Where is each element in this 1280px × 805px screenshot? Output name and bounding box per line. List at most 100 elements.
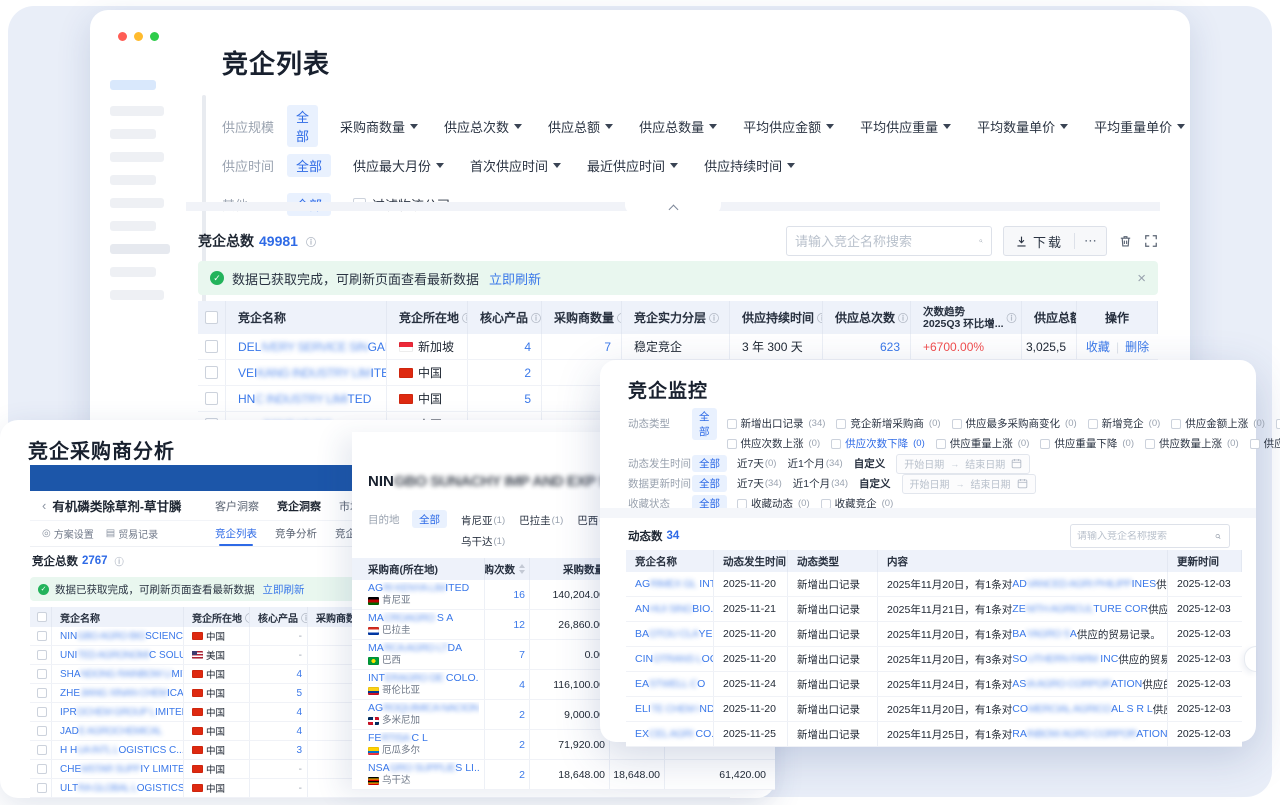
monitor-type-option[interactable]: 新增竞企(0): [1088, 416, 1161, 431]
date-range-input[interactable]: 开始日期→结束日期: [896, 454, 1030, 474]
company-name-link[interactable]: AGRIMEX GL INT...: [635, 578, 714, 590]
checkbox[interactable]: [836, 419, 846, 429]
company-name-link[interactable]: CINOTRANS LOGIS...: [635, 653, 714, 665]
company-name-link[interactable]: AGRI KENYA LIMITED: [368, 582, 469, 594]
filter-chip-all[interactable]: 全部: [287, 154, 331, 177]
checkbox[interactable]: [727, 439, 737, 449]
refresh-now-link[interactable]: 立即刷新: [489, 269, 541, 288]
table-row[interactable]: DELIVERY SERVICE SINGAP...新加坡47稳定竞企3 年 3…: [198, 334, 1158, 360]
checkbox[interactable]: [37, 764, 47, 774]
checkbox[interactable]: [1088, 419, 1098, 429]
filter-chip-all[interactable]: 全部: [692, 408, 717, 440]
company-name-link[interactable]: EASTWELL CO: [635, 678, 705, 690]
filter-dropdown[interactable]: 平均数量单价: [977, 117, 1068, 136]
company-name-link[interactable]: MACROAGRO S A: [368, 612, 453, 624]
activity-row[interactable]: ANHUI SINOBIO...2025-11-21新增出口记录2025年11月…: [626, 597, 1242, 622]
quick-date-option[interactable]: 近7天(34): [737, 476, 782, 491]
checkbox[interactable]: [37, 783, 47, 793]
checkbox[interactable]: [37, 650, 47, 660]
company-name-link[interactable]: H HUA INTL LOGISTICS C...: [60, 745, 184, 756]
checkbox[interactable]: [1145, 439, 1155, 449]
delete-link[interactable]: 删除: [1125, 338, 1149, 355]
monitor-type-option[interactable]: 供应数量下降(0): [1250, 436, 1280, 451]
checkbox[interactable]: [205, 392, 218, 405]
tab-0[interactable]: 客户洞察: [215, 498, 259, 514]
refresh-now-link[interactable]: 立即刷新: [263, 582, 305, 597]
monitor-type-option[interactable]: 供应金额上涨(0): [1171, 416, 1265, 431]
company-name-link[interactable]: AGROQUIMICA NACIONAL SRL: [368, 702, 479, 714]
tab-1[interactable]: 竞企洞察: [277, 498, 321, 514]
company-name-link[interactable]: INTERAGRO DE COLO...: [368, 672, 479, 684]
checkbox[interactable]: [37, 745, 47, 755]
quick-date-option[interactable]: 近1个月(34): [793, 476, 848, 491]
filter-chip-all[interactable]: 全部: [692, 475, 727, 492]
company-name-link[interactable]: UNITED AGRONOMIC SOLUTI...: [60, 650, 184, 661]
company-name-link[interactable]: DELIVERY SERVICE SINGAP...: [238, 340, 387, 354]
filter-dropdown[interactable]: 平均重量单价: [1094, 117, 1185, 136]
monitor-type-option[interactable]: 供应次数下降(0): [831, 436, 925, 451]
checkbox[interactable]: [936, 439, 946, 449]
monitor-type-option[interactable]: 供应金额下降(0): [1276, 416, 1280, 431]
company-name-link[interactable]: IPROCHEM GROUP LIMITED 35...: [60, 707, 184, 718]
checkbox[interactable]: [205, 366, 218, 379]
destination-option[interactable]: 乌干达(1): [461, 534, 505, 549]
checkbox[interactable]: [1276, 419, 1280, 429]
filter-dropdown[interactable]: 供应总数量: [639, 117, 717, 136]
filter-chip-all[interactable]: 全部: [287, 105, 318, 147]
company-name-link[interactable]: EXCEL AGRI CO...: [635, 728, 714, 740]
checkbox[interactable]: [205, 340, 218, 353]
checkbox[interactable]: [821, 499, 831, 509]
monitor-type-option[interactable]: 供应重量下降(0): [1040, 436, 1134, 451]
company-name-link[interactable]: NSAGRO SUPPLIES LI...: [368, 762, 479, 774]
collapse-toggle[interactable]: [625, 201, 721, 214]
filter-dropdown[interactable]: 最近供应时间: [587, 156, 678, 175]
buyer-row[interactable]: NSAGRO SUPPLIES LI...乌干达218,648.0018,648…: [352, 760, 775, 790]
quick-date-option[interactable]: 近1个月(34): [787, 456, 842, 471]
company-name-link[interactable]: ANHUI SINOBIO...: [635, 603, 714, 615]
more-icon[interactable]: ⋯: [1075, 227, 1106, 255]
checkbox[interactable]: [1040, 439, 1050, 449]
quick-date-option[interactable]: 近7天(0): [737, 456, 776, 471]
checkbox[interactable]: [37, 631, 47, 641]
filter-dropdown[interactable]: 平均供应金额: [743, 117, 834, 136]
delete-icon[interactable]: [1118, 234, 1133, 249]
minimize-window-icon[interactable]: [134, 32, 143, 41]
destination-option[interactable]: 肯尼亚(1): [461, 513, 505, 528]
app-action-0[interactable]: ◎方案设置: [42, 526, 94, 541]
company-name-link[interactable]: FERTISA C L: [368, 732, 428, 744]
filter-dropdown[interactable]: 采购商数量: [340, 117, 418, 136]
date-range-input[interactable]: 开始日期→结束日期: [902, 474, 1036, 494]
download-button[interactable]: 下载: [1004, 227, 1074, 255]
monitor-type-option[interactable]: 新增出口记录(34): [727, 416, 826, 431]
subtab-1[interactable]: 竞争分析: [275, 521, 317, 546]
close-icon[interactable]: ×: [1137, 270, 1146, 287]
company-name-link[interactable]: SHANDONG RAINBOW LIMITED: [60, 669, 184, 680]
company-name-link[interactable]: BAOTOU CLAYER ...: [635, 628, 714, 640]
filter-dropdown[interactable]: 首次供应时间: [470, 156, 561, 175]
monitor-type-option[interactable]: 供应最多采购商变化(0): [952, 416, 1077, 431]
filter-chip-all[interactable]: 全部: [692, 455, 727, 472]
checkbox[interactable]: [952, 419, 962, 429]
app-action-1[interactable]: ▤贸易记录: [106, 526, 158, 541]
company-name-link[interactable]: ULTRA GLOBAL LOGISTICS ...: [60, 783, 184, 794]
scroll-handle[interactable]: [1244, 646, 1256, 672]
activity-row[interactable]: CINOTRANS LOGIS...2025-11-20新增出口记录2025年1…: [626, 647, 1242, 672]
monitor-type-option[interactable]: 竞企新增采购商(0): [836, 416, 940, 431]
fullscreen-icon[interactable]: [1144, 234, 1158, 248]
destination-chip-all[interactable]: 全部: [412, 510, 447, 528]
filter-dropdown[interactable]: 供应持续时间: [704, 156, 795, 175]
favorite-link[interactable]: 收藏: [1086, 338, 1110, 355]
company-name-link[interactable]: ELITE CHEM INDU...: [635, 703, 714, 715]
monitor-search-input[interactable]: [1071, 531, 1215, 542]
checkbox[interactable]: [727, 419, 737, 429]
activity-row[interactable]: EXCEL AGRI CO...2025-11-25新增出口记录2025年11月…: [626, 722, 1242, 747]
filter-dropdown[interactable]: 供应总额: [548, 117, 613, 136]
company-name-link[interactable]: NINGBO AGRO BIOSCIENCE C...: [60, 631, 184, 642]
checkbox[interactable]: [1250, 439, 1260, 449]
monitor-type-option[interactable]: 供应数量上涨(0): [1145, 436, 1239, 451]
monitor-type-option[interactable]: 供应重量上涨(0): [936, 436, 1030, 451]
checkbox[interactable]: [37, 707, 47, 717]
company-name-link[interactable]: CHEMSTAR SUPPIY LIMITED: [60, 764, 184, 775]
checkbox[interactable]: [37, 688, 47, 698]
monitor-type-option[interactable]: 供应次数上涨(0): [727, 436, 821, 451]
